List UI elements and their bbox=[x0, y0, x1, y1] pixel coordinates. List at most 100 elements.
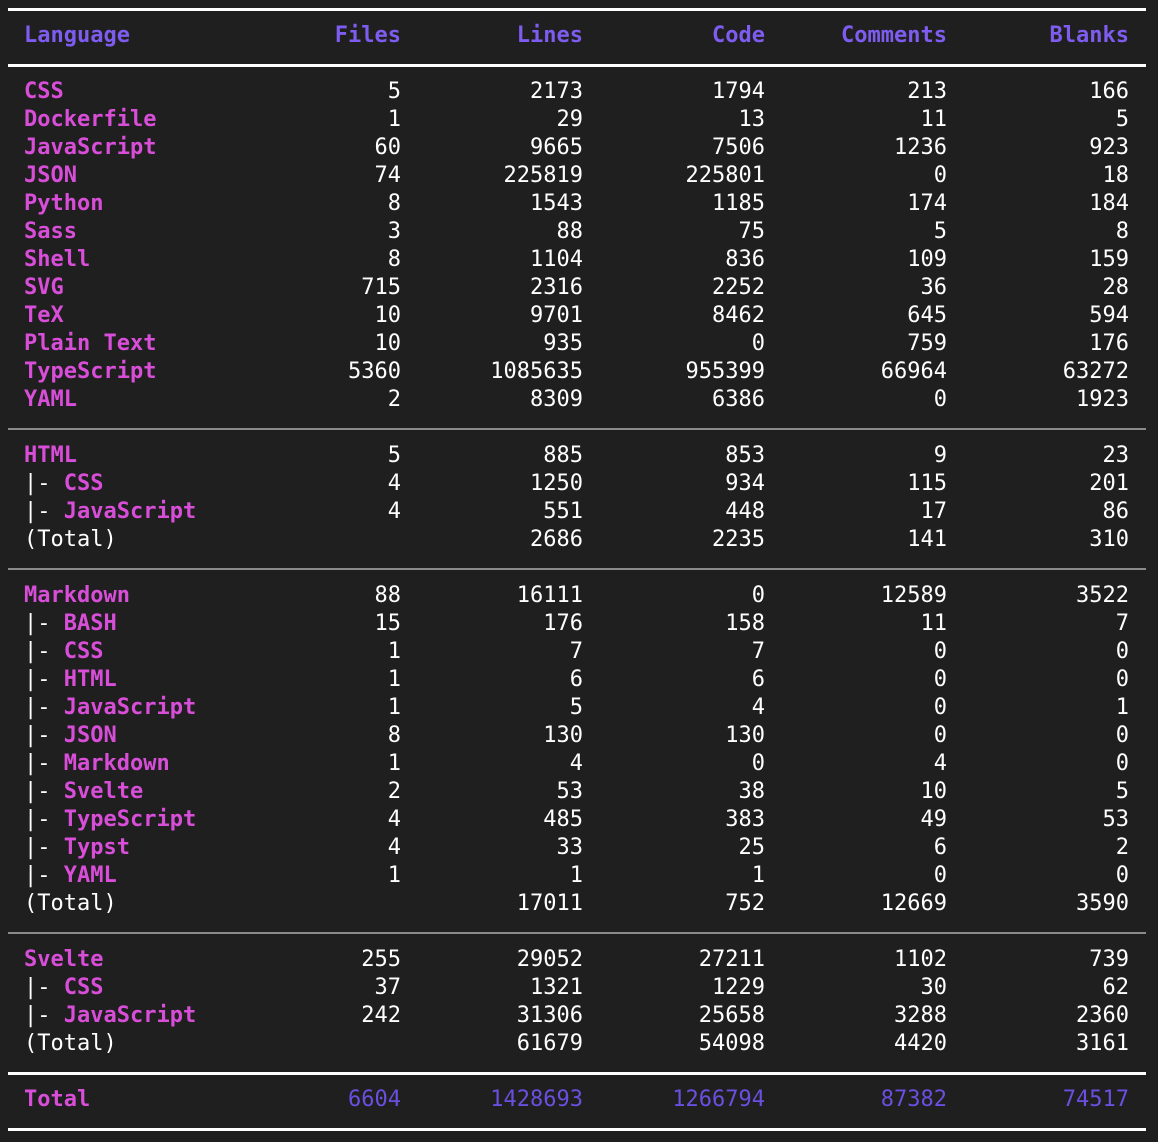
header-lines: Lines bbox=[516, 23, 583, 48]
blanks-cell: 18 bbox=[1102, 163, 1130, 188]
lines-cell: 935 bbox=[543, 331, 583, 356]
header-blanks: Blanks bbox=[1049, 23, 1129, 48]
blanks-cell: 63272 bbox=[1062, 359, 1129, 384]
child-prefix: |- bbox=[24, 611, 64, 636]
blanks-cell: 8 bbox=[1115, 219, 1129, 244]
code-cell: 853 bbox=[725, 443, 765, 468]
lines-cell: 53 bbox=[556, 779, 584, 804]
files-cell: 242 bbox=[361, 1003, 401, 1028]
language-cell: SVG bbox=[24, 274, 64, 302]
comments-cell: 0 bbox=[933, 387, 947, 412]
comments-cell: 36 bbox=[920, 275, 948, 300]
blanks-cell: 3161 bbox=[1076, 1031, 1129, 1056]
files-cell: 88 bbox=[374, 583, 402, 608]
child-prefix: |- bbox=[24, 807, 64, 832]
lines-cell: 8309 bbox=[530, 387, 583, 412]
table-row: |- JSON 8 130 130 0 0 bbox=[0, 722, 1158, 750]
child-prefix: |- bbox=[24, 863, 64, 888]
files-cell: 2 bbox=[387, 387, 401, 412]
code-cell: 448 bbox=[725, 499, 765, 524]
language-name: Svelte bbox=[24, 947, 104, 972]
comments-cell: 645 bbox=[907, 303, 947, 328]
blanks-cell: 3522 bbox=[1076, 583, 1129, 608]
language-name: Markdown bbox=[24, 583, 130, 608]
subtotal-row: (Total) 17011 752 12669 3590 bbox=[0, 890, 1158, 918]
comments-cell: 11 bbox=[920, 107, 948, 132]
code-cell: 158 bbox=[725, 611, 765, 636]
comments-cell: 66964 bbox=[880, 359, 947, 384]
language-name: HTML bbox=[24, 443, 77, 468]
table-row: YAML 2 8309 6386 0 1923 bbox=[0, 386, 1158, 414]
language-name: JavaScript bbox=[63, 499, 197, 524]
table-row: |- TypeScript 4 485 383 49 53 bbox=[0, 806, 1158, 834]
comments-cell: 1102 bbox=[894, 947, 947, 972]
total-top-rule bbox=[8, 1072, 1146, 1075]
blanks-cell: 923 bbox=[1089, 135, 1129, 160]
blanks-cell: 1923 bbox=[1076, 387, 1129, 412]
child-prefix: |- bbox=[24, 639, 64, 664]
comments-cell: 0 bbox=[933, 863, 947, 888]
table-header: Language Files Lines Code Comments Blank… bbox=[0, 22, 1158, 50]
language-cell: |- CSS bbox=[24, 470, 104, 498]
comments-cell: 6 bbox=[933, 835, 947, 860]
subtotal-label: (Total) bbox=[24, 1031, 117, 1056]
language-name: Python bbox=[24, 191, 104, 216]
code-cell: 836 bbox=[725, 247, 765, 272]
files-cell: 1 bbox=[387, 639, 401, 664]
child-prefix: |- bbox=[24, 471, 64, 496]
code-cell: 2252 bbox=[712, 275, 765, 300]
language-name: TypeScript bbox=[63, 807, 197, 832]
lines-cell: 6 bbox=[569, 667, 583, 692]
table-row: |- Svelte 2 53 38 10 5 bbox=[0, 778, 1158, 806]
language-cell: HTML bbox=[24, 442, 77, 470]
header-comments: Comments bbox=[841, 23, 947, 48]
blanks-cell: 53 bbox=[1102, 807, 1130, 832]
header-code: Code bbox=[712, 23, 765, 48]
code-cell: 4 bbox=[751, 695, 765, 720]
language-name: Svelte bbox=[63, 779, 144, 804]
comments-cell: 12589 bbox=[880, 583, 947, 608]
lines-cell: 17011 bbox=[516, 891, 583, 916]
code-cell: 54098 bbox=[698, 1031, 765, 1056]
files-cell: 4 bbox=[387, 499, 401, 524]
table-row: Python 8 1543 1185 174 184 bbox=[0, 190, 1158, 218]
child-prefix: |- bbox=[24, 723, 64, 748]
language-cell: Sass bbox=[24, 218, 77, 246]
language-name: Markdown bbox=[63, 751, 170, 776]
lines-cell: 4 bbox=[569, 751, 583, 776]
files-cell: 5 bbox=[387, 443, 401, 468]
language-cell: |- Svelte bbox=[24, 778, 143, 806]
child-prefix: |- bbox=[24, 499, 64, 524]
language-cell: |- JavaScript bbox=[24, 498, 196, 526]
comments-cell: 174 bbox=[907, 191, 947, 216]
files-cell: 8 bbox=[387, 247, 401, 272]
language-name: YAML bbox=[24, 387, 77, 412]
table-row: |- CSS 4 1250 934 115 201 bbox=[0, 470, 1158, 498]
language-cell: TypeScript bbox=[24, 358, 156, 386]
blanks-cell: 7 bbox=[1115, 611, 1129, 636]
header-files: Files bbox=[334, 23, 401, 48]
total-row: Total 6604 1428693 1266794 87382 74517 bbox=[0, 1086, 1158, 1114]
comments-cell: 9 bbox=[933, 443, 947, 468]
language-name: CSS bbox=[24, 79, 64, 104]
code-cell: 1229 bbox=[712, 975, 765, 1000]
lines-cell: 29052 bbox=[516, 947, 583, 972]
files-cell: 4 bbox=[387, 835, 401, 860]
language-name: Sass bbox=[24, 219, 77, 244]
code-cell: 1185 bbox=[712, 191, 765, 216]
language-name: CSS bbox=[63, 639, 104, 664]
comments-cell: 0 bbox=[933, 695, 947, 720]
files-cell: 5 bbox=[387, 79, 401, 104]
code-cell: 27211 bbox=[698, 947, 765, 972]
table-row: |- HTML 1 6 6 0 0 bbox=[0, 666, 1158, 694]
blanks-cell: 2360 bbox=[1076, 1003, 1129, 1028]
files-cell: 15 bbox=[374, 611, 402, 636]
code-cell: 8462 bbox=[712, 303, 765, 328]
lines-cell: 88 bbox=[556, 219, 584, 244]
blanks-cell: 159 bbox=[1089, 247, 1129, 272]
code-cell: 1 bbox=[751, 863, 765, 888]
files-cell: 8 bbox=[387, 723, 401, 748]
table-row: Plain Text 10 935 0 759 176 bbox=[0, 330, 1158, 358]
child-prefix: |- bbox=[24, 667, 64, 692]
lines-cell: 9665 bbox=[530, 135, 583, 160]
